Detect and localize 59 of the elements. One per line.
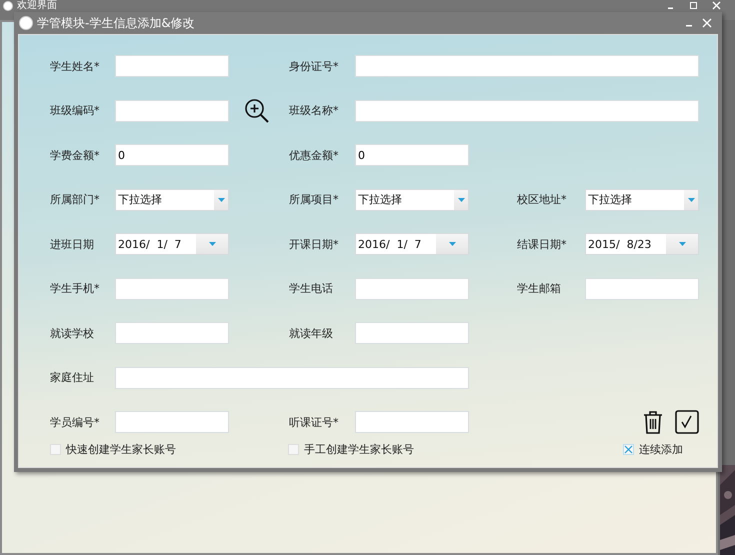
app-logo-icon bbox=[3, 1, 13, 11]
field-label: 听课证号* bbox=[289, 414, 340, 430]
checkbox-label: 快速创建学生家长账号 bbox=[66, 442, 176, 457]
field-label: 学费金额* bbox=[50, 148, 100, 162]
input-field[interactable] bbox=[115, 366, 469, 388]
input-field[interactable] bbox=[115, 278, 229, 300]
field-label: 开课日期* bbox=[289, 236, 340, 252]
field-label: 学生邮箱 bbox=[517, 281, 562, 296]
field-label: 学生姓名* bbox=[50, 58, 100, 74]
dropdown[interactable]: 下拉选择 bbox=[585, 188, 699, 210]
dropdown-caret-icon[interactable] bbox=[454, 190, 468, 210]
field-label: 班级编码* bbox=[50, 103, 100, 118]
input-field[interactable] bbox=[355, 411, 469, 433]
input-field[interactable] bbox=[115, 411, 229, 433]
input-field[interactable]: 0 bbox=[115, 144, 229, 166]
dropdown[interactable]: 下拉选择 bbox=[355, 188, 469, 210]
dialog-title: 学管模块-学生信息添加&修改 bbox=[37, 14, 196, 32]
input-field[interactable] bbox=[355, 55, 699, 77]
field-label: 所属部门* bbox=[50, 192, 100, 207]
zoom-in-icon[interactable] bbox=[244, 98, 270, 124]
field-label: 学员编号* bbox=[50, 414, 100, 430]
close-button[interactable] bbox=[702, 18, 712, 28]
field-label: 家庭住址 bbox=[50, 370, 95, 385]
field-label: 班级名称* bbox=[289, 103, 340, 118]
input-field[interactable] bbox=[115, 55, 229, 77]
input-field[interactable] bbox=[115, 322, 229, 344]
date-picker[interactable]: 2016/ 1/ 7 bbox=[115, 233, 229, 255]
dropdown-caret-icon[interactable] bbox=[436, 234, 468, 254]
field-label: 校区地址* bbox=[517, 192, 568, 207]
confirm-button[interactable] bbox=[675, 410, 699, 434]
dropdown-caret-icon[interactable] bbox=[196, 234, 228, 254]
dropdown[interactable]: 下拉选择 bbox=[115, 188, 229, 210]
field-label: 身份证号* bbox=[289, 58, 340, 74]
dropdown-caret-icon[interactable] bbox=[684, 190, 698, 210]
field-label: 就读学校 bbox=[50, 326, 95, 340]
checkbox-label: 手工创建学生家长账号 bbox=[304, 442, 414, 457]
checkbox-label: 连续添加 bbox=[639, 442, 683, 457]
dropdown-caret-icon[interactable] bbox=[666, 234, 698, 254]
maximize-button[interactable] bbox=[689, 1, 698, 10]
dropdown-caret-icon[interactable] bbox=[214, 190, 228, 210]
date-picker[interactable]: 2016/ 1/ 7 bbox=[355, 233, 469, 255]
input-field[interactable] bbox=[585, 278, 699, 300]
field-label: 结课日期* bbox=[517, 236, 568, 252]
input-field[interactable] bbox=[355, 322, 469, 344]
trash-icon[interactable] bbox=[643, 410, 663, 434]
input-field[interactable]: 0 bbox=[355, 144, 469, 166]
field-label: 学生电话 bbox=[289, 281, 334, 296]
field-label: 优惠金额* bbox=[289, 148, 340, 162]
field-label: 所属项目* bbox=[289, 192, 340, 207]
field-label: 就读年级 bbox=[289, 326, 334, 340]
input-field[interactable] bbox=[355, 278, 469, 300]
field-label: 学生手机* bbox=[50, 281, 100, 296]
checkbox[interactable] bbox=[623, 444, 634, 455]
field-label: 进班日期 bbox=[50, 236, 95, 252]
input-field[interactable] bbox=[115, 100, 229, 122]
app-logo-icon bbox=[19, 16, 33, 30]
date-picker[interactable]: 2015/ 8/23 bbox=[585, 233, 699, 255]
close-button[interactable] bbox=[712, 1, 721, 10]
input-field[interactable] bbox=[355, 100, 699, 122]
